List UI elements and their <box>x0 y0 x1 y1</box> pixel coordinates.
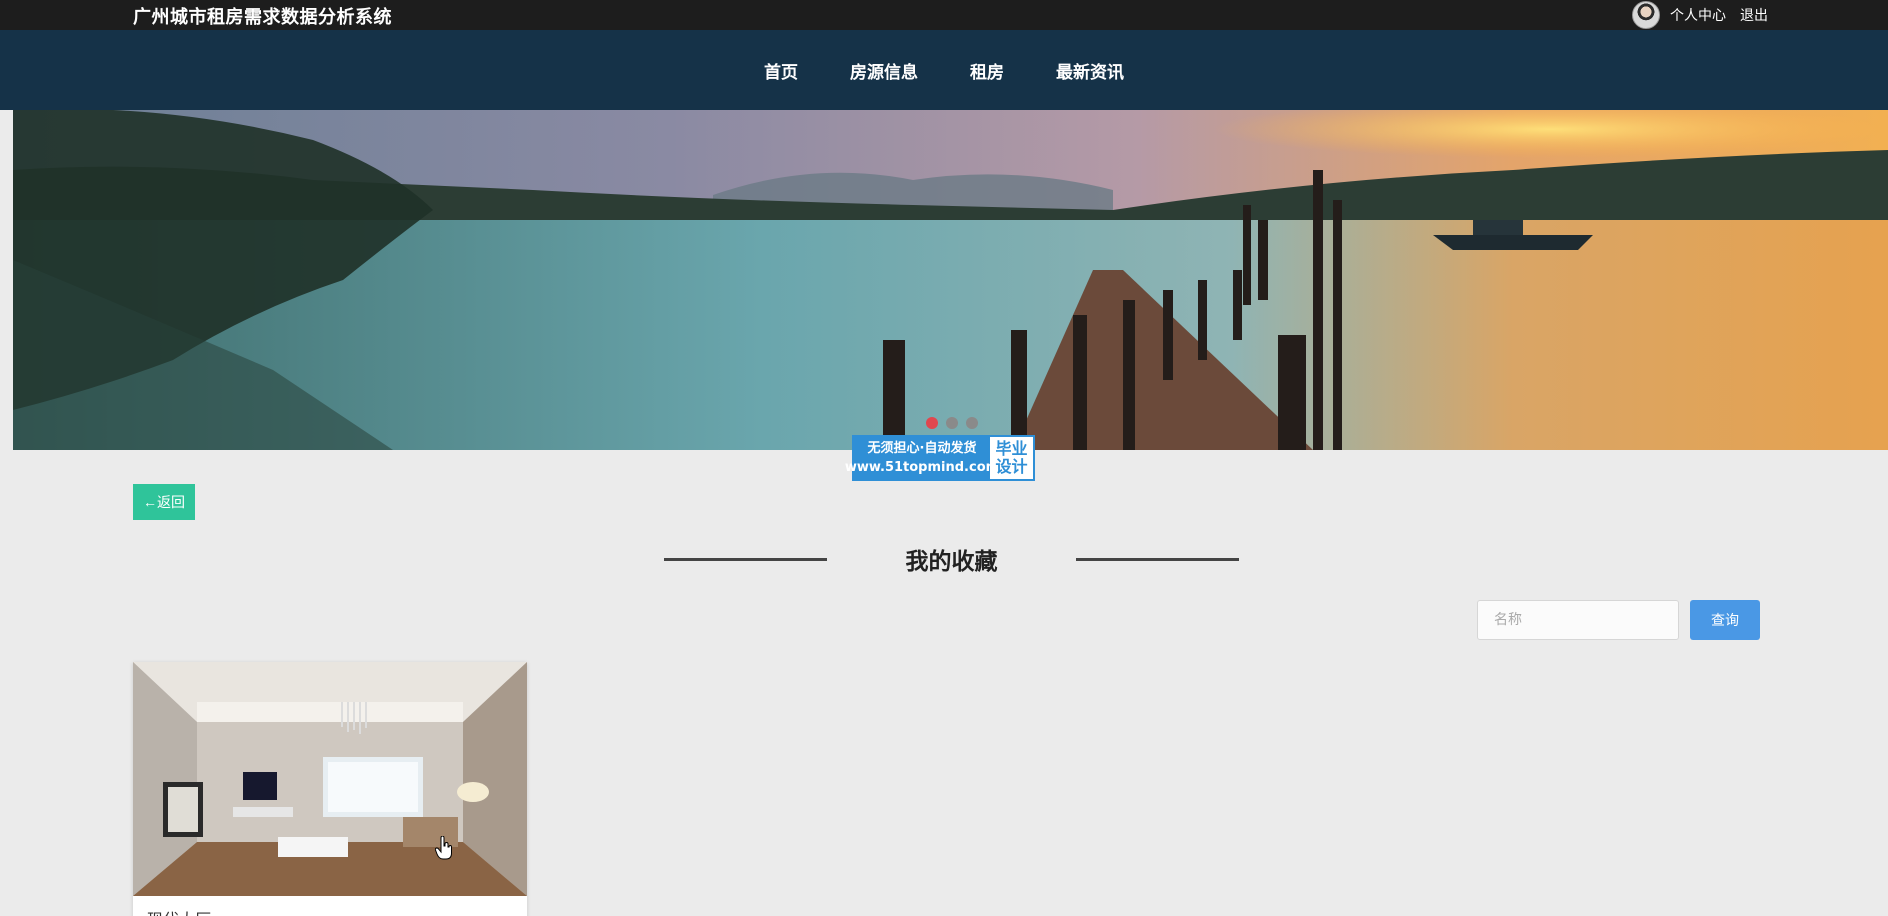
watermark-badge-line2: 设计 <box>995 457 1028 476</box>
search-button[interactable]: 查询 <box>1690 600 1760 640</box>
watermark-text: 无须担心·自动发货 www.51topmind.com <box>845 437 999 479</box>
logout-link[interactable]: 退出 <box>1740 5 1768 25</box>
watermark-badge-line1: 毕业 <box>995 439 1028 458</box>
user-center-link[interactable]: 个人中心 <box>1670 5 1726 25</box>
avatar[interactable] <box>1632 1 1660 29</box>
section-heading: 我的收藏 <box>664 540 1239 576</box>
top-bar: 广州城市租房需求数据分析系统 个人中心 退出 <box>0 0 1888 30</box>
search-input[interactable] <box>1477 600 1679 640</box>
favorite-card-title: 现代大厅 <box>147 906 211 916</box>
banner-image <box>13 110 1888 450</box>
nav-item-news[interactable]: 最新资讯 <box>1056 58 1124 83</box>
nav-item-rent[interactable]: 租房 <box>970 58 1004 83</box>
hand-cursor-icon <box>435 836 452 860</box>
watermark-line1: 无须担心·自动发货 <box>867 441 977 456</box>
watermark-badge: 无须担心·自动发货 www.51topmind.com 毕业 设计 <box>845 435 1035 481</box>
nav-item-listings[interactable]: 房源信息 <box>850 58 918 83</box>
carousel-dot-2[interactable] <box>946 417 958 429</box>
banner-carousel[interactable] <box>13 110 1888 450</box>
favorite-card-image <box>133 662 527 896</box>
user-area: 个人中心 退出 <box>1632 0 1768 30</box>
favorite-card[interactable]: 现代大厅 <box>133 662 527 916</box>
watermark-line2: www.51topmind.com <box>844 460 1000 475</box>
back-button[interactable]: ←返回 <box>133 484 195 520</box>
carousel-dots <box>926 417 978 429</box>
site-title: 广州城市租房需求数据分析系统 <box>133 7 392 28</box>
nav-item-home[interactable]: 首页 <box>764 58 798 83</box>
carousel-dot-1[interactable] <box>926 417 938 429</box>
carousel-dot-3[interactable] <box>966 417 978 429</box>
main-nav: 首页 房源信息 租房 最新资讯 <box>0 30 1888 110</box>
watermark-badge-text: 毕业 设计 <box>990 437 1033 479</box>
title-divider-right <box>1076 558 1239 561</box>
